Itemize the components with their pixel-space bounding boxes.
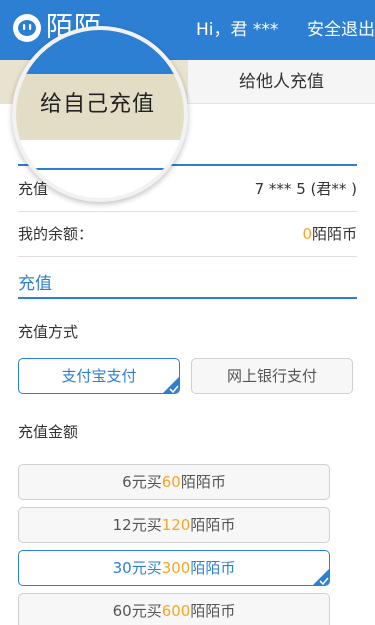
selected-check-icon xyxy=(313,569,329,585)
amount-price: 60元买 xyxy=(112,602,162,620)
account-value: 7 *** 5 (君** ) xyxy=(254,180,357,198)
online-bank-button[interactable]: 网上银行支付 xyxy=(191,358,353,394)
balance-label: 我的余额： xyxy=(18,225,94,243)
alipay-button[interactable]: 支付宝支付 xyxy=(18,358,180,394)
amount-unit: 陌陌币 xyxy=(180,473,226,491)
amount-unit: 陌陌币 xyxy=(190,602,236,620)
amount-coins: 300 xyxy=(161,559,191,577)
amount-label: 充值金额 xyxy=(18,423,79,441)
amount-price: 12元买 xyxy=(112,516,162,534)
amount-coins: 60 xyxy=(161,473,181,491)
balance-amount: 0 xyxy=(302,225,312,243)
magnifier-overlay: 给自己充值 xyxy=(12,26,188,202)
amount-option-60[interactable]: 6元买60陌陌币 xyxy=(18,464,330,500)
amount-coins: 120 xyxy=(161,516,191,534)
alipay-label: 支付宝支付 xyxy=(61,367,137,385)
logout-link[interactable]: 安全退出 xyxy=(307,18,375,42)
amount-price: 6元买 xyxy=(122,473,162,491)
amount-unit: 陌陌币 xyxy=(190,516,236,534)
tab-self-label: 给自己充值 xyxy=(40,92,156,117)
magnified-divider xyxy=(16,168,184,170)
amount-option-600[interactable]: 60元买600陌陌币 xyxy=(18,593,330,625)
amount-unit: 陌陌币 xyxy=(190,559,236,577)
online-bank-label: 网上银行支付 xyxy=(226,367,317,385)
balance-unit: 陌陌币 xyxy=(311,225,357,243)
balance-value: 0陌陌币 xyxy=(302,223,357,245)
recharge-section-title: 充值 xyxy=(18,274,52,294)
tab-other[interactable]: 给他人充值 xyxy=(188,60,375,104)
amount-option-120[interactable]: 12元买120陌陌币 xyxy=(18,507,330,543)
selected-check-icon xyxy=(163,377,179,393)
recharge-section-divider xyxy=(18,297,357,299)
payment-method-label: 充值方式 xyxy=(18,323,79,341)
user-greeting: Hi，君 *** xyxy=(196,20,279,40)
magnified-header xyxy=(16,30,184,74)
amount-coins: 600 xyxy=(161,602,191,620)
balance-row: 我的余额： 0陌陌币 xyxy=(18,213,357,257)
amount-price: 30元买 xyxy=(112,559,162,577)
amount-option-300[interactable]: 30元买300陌陌币 xyxy=(18,550,330,586)
